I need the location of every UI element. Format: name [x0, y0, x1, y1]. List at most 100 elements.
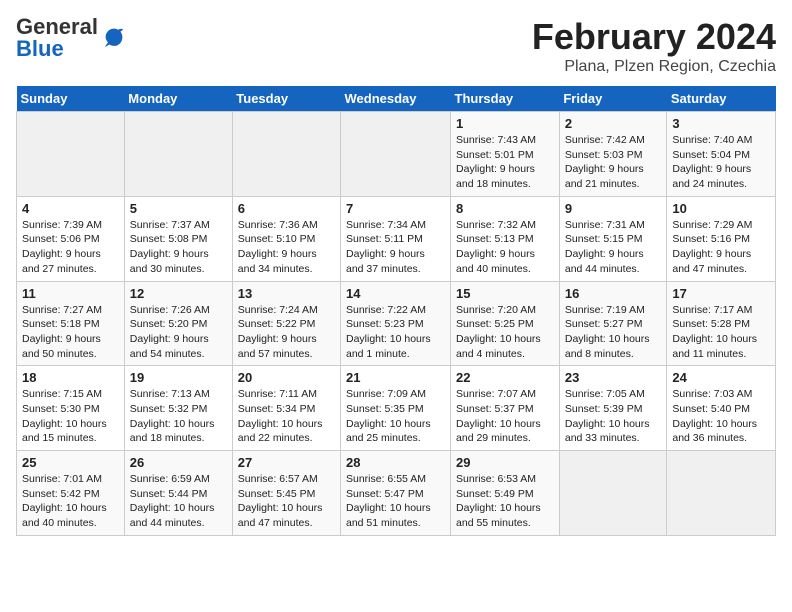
calendar-title: February 2024	[532, 16, 776, 58]
calendar-cell: 27 Sunrise: 6:57 AMSunset: 5:45 PMDayligh…	[232, 451, 340, 536]
calendar-header: SundayMondayTuesdayWednesdayThursdayFrid…	[17, 86, 776, 112]
calendar-body: 1Sunrise: 7:43 AMSunset: 5:01 PMDaylight…	[17, 112, 776, 536]
calendar-week-2: 4 Sunrise: 7:39 AMSunset: 5:06 PMDaylight…	[17, 196, 776, 281]
calendar-cell: 28Sunrise: 6:55 AMSunset: 5:47 PMDayligh…	[341, 451, 451, 536]
weekday-header-wednesday: Wednesday	[341, 86, 451, 112]
day-number: 12	[130, 286, 227, 301]
day-number: 24	[672, 370, 770, 385]
day-number: 6	[238, 201, 335, 216]
calendar-cell: 1Sunrise: 7:43 AMSunset: 5:01 PMDaylight…	[451, 112, 560, 197]
calendar-cell: 12 Sunrise: 7:26 AMSunset: 5:20 PMDayligh…	[124, 281, 232, 366]
weekday-header-monday: Monday	[124, 86, 232, 112]
calendar-cell: 17 Sunrise: 7:17 AMSunset: 5:28 PMDayligh…	[667, 281, 776, 366]
day-info: Sunrise: 6:59 AMSunset: 5:44 PMDaylight:…	[130, 472, 227, 531]
day-info: Sunrise: 6:57 AMSunset: 5:45 PMDaylight:…	[238, 472, 335, 531]
day-info: Sunrise: 7:43 AMSunset: 5:01 PMDaylight:…	[456, 133, 554, 192]
day-info: Sunrise: 7:31 AMSunset: 5:15 PMDaylight:…	[565, 218, 662, 277]
weekday-header-sunday: Sunday	[17, 86, 125, 112]
day-number: 16	[565, 286, 662, 301]
day-info: Sunrise: 7:17 AMSunset: 5:28 PMDaylight:…	[672, 303, 770, 362]
calendar-cell: 23 Sunrise: 7:05 AMSunset: 5:39 PMDayligh…	[559, 366, 667, 451]
day-number: 7	[346, 201, 445, 216]
weekday-header-thursday: Thursday	[451, 86, 560, 112]
calendar-cell: 11 Sunrise: 7:27 AMSunset: 5:18 PMDayligh…	[17, 281, 125, 366]
title-block: February 2024 Plana, Plzen Region, Czech…	[532, 16, 776, 76]
day-number: 4	[22, 201, 119, 216]
calendar-cell: 24 Sunrise: 7:03 AMSunset: 5:40 PMDayligh…	[667, 366, 776, 451]
calendar-cell: 14 Sunrise: 7:22 AMSunset: 5:23 PMDayligh…	[341, 281, 451, 366]
day-info: Sunrise: 6:53 AMSunset: 5:49 PMDaylight:…	[456, 472, 554, 531]
day-number: 27	[238, 455, 335, 470]
day-info: Sunrise: 7:40 AMSunset: 5:04 PMDaylight:…	[672, 133, 770, 192]
day-info: Sunrise: 7:37 AMSunset: 5:08 PMDaylight:…	[130, 218, 227, 277]
day-info: Sunrise: 7:29 AMSunset: 5:16 PMDaylight:…	[672, 218, 770, 277]
day-number: 2	[565, 116, 662, 131]
calendar-subtitle: Plana, Plzen Region, Czechia	[532, 58, 776, 76]
logo-bird-icon	[100, 24, 128, 52]
calendar-cell: 18 Sunrise: 7:15 AMSunset: 5:30 PMDayligh…	[17, 366, 125, 451]
day-info: Sunrise: 7:15 AMSunset: 5:30 PMDaylight:…	[22, 387, 119, 446]
day-number: 23	[565, 370, 662, 385]
day-number: 3	[672, 116, 770, 131]
weekday-header-saturday: Saturday	[667, 86, 776, 112]
calendar-cell	[17, 112, 125, 197]
calendar-cell: 3 Sunrise: 7:40 AMSunset: 5:04 PMDaylight…	[667, 112, 776, 197]
day-info: Sunrise: 7:09 AMSunset: 5:35 PMDaylight:…	[346, 387, 445, 446]
day-number: 29	[456, 455, 554, 470]
day-number: 26	[130, 455, 227, 470]
calendar-week-1: 1Sunrise: 7:43 AMSunset: 5:01 PMDaylight…	[17, 112, 776, 197]
day-number: 17	[672, 286, 770, 301]
day-info: Sunrise: 7:05 AMSunset: 5:39 PMDaylight:…	[565, 387, 662, 446]
day-info: Sunrise: 7:22 AMSunset: 5:23 PMDaylight:…	[346, 303, 445, 362]
day-info: Sunrise: 7:34 AMSunset: 5:11 PMDaylight:…	[346, 218, 445, 277]
calendar-week-3: 11 Sunrise: 7:27 AMSunset: 5:18 PMDayligh…	[17, 281, 776, 366]
day-info: Sunrise: 7:27 AMSunset: 5:18 PMDaylight:…	[22, 303, 119, 362]
logo: General Blue	[16, 16, 128, 60]
day-number: 20	[238, 370, 335, 385]
day-number: 15	[456, 286, 554, 301]
day-info: Sunrise: 7:13 AMSunset: 5:32 PMDaylight:…	[130, 387, 227, 446]
weekday-header-tuesday: Tuesday	[232, 86, 340, 112]
calendar-cell: 15 Sunrise: 7:20 AMSunset: 5:25 PMDayligh…	[451, 281, 560, 366]
calendar-cell	[232, 112, 340, 197]
day-info: Sunrise: 7:24 AMSunset: 5:22 PMDaylight:…	[238, 303, 335, 362]
calendar-cell: 6 Sunrise: 7:36 AMSunset: 5:10 PMDaylight…	[232, 196, 340, 281]
day-info: Sunrise: 7:26 AMSunset: 5:20 PMDaylight:…	[130, 303, 227, 362]
day-info: Sunrise: 7:11 AMSunset: 5:34 PMDaylight:…	[238, 387, 335, 446]
weekday-header-row: SundayMondayTuesdayWednesdayThursdayFrid…	[17, 86, 776, 112]
day-info: Sunrise: 7:19 AMSunset: 5:27 PMDaylight:…	[565, 303, 662, 362]
day-info: Sunrise: 7:39 AMSunset: 5:06 PMDaylight:…	[22, 218, 119, 277]
calendar-table: SundayMondayTuesdayWednesdayThursdayFrid…	[16, 86, 776, 536]
day-number: 22	[456, 370, 554, 385]
day-number: 8	[456, 201, 554, 216]
calendar-cell: 21 Sunrise: 7:09 AMSunset: 5:35 PMDayligh…	[341, 366, 451, 451]
day-info: Sunrise: 7:42 AMSunset: 5:03 PMDaylight:…	[565, 133, 662, 192]
calendar-cell: 8Sunrise: 7:32 AMSunset: 5:13 PMDaylight…	[451, 196, 560, 281]
calendar-cell	[667, 451, 776, 536]
calendar-cell: 7 Sunrise: 7:34 AMSunset: 5:11 PMDaylight…	[341, 196, 451, 281]
day-number: 21	[346, 370, 445, 385]
page-header: General Blue February 2024 Plana, Plzen …	[16, 16, 776, 76]
day-info: Sunrise: 7:03 AMSunset: 5:40 PMDaylight:…	[672, 387, 770, 446]
calendar-cell: 25Sunrise: 7:01 AMSunset: 5:42 PMDayligh…	[17, 451, 125, 536]
calendar-week-5: 25Sunrise: 7:01 AMSunset: 5:42 PMDayligh…	[17, 451, 776, 536]
calendar-cell: 26 Sunrise: 6:59 AMSunset: 5:44 PMDayligh…	[124, 451, 232, 536]
day-info: Sunrise: 7:36 AMSunset: 5:10 PMDaylight:…	[238, 218, 335, 277]
calendar-cell	[124, 112, 232, 197]
day-number: 11	[22, 286, 119, 301]
calendar-cell: 29 Sunrise: 6:53 AMSunset: 5:49 PMDayligh…	[451, 451, 560, 536]
day-number: 9	[565, 201, 662, 216]
day-info: Sunrise: 7:20 AMSunset: 5:25 PMDaylight:…	[456, 303, 554, 362]
calendar-cell	[341, 112, 451, 197]
calendar-cell: 20 Sunrise: 7:11 AMSunset: 5:34 PMDayligh…	[232, 366, 340, 451]
day-info: Sunrise: 7:01 AMSunset: 5:42 PMDaylight:…	[22, 472, 119, 531]
calendar-cell: 5 Sunrise: 7:37 AMSunset: 5:08 PMDaylight…	[124, 196, 232, 281]
day-number: 14	[346, 286, 445, 301]
day-number: 5	[130, 201, 227, 216]
calendar-cell: 4 Sunrise: 7:39 AMSunset: 5:06 PMDaylight…	[17, 196, 125, 281]
calendar-cell: 2 Sunrise: 7:42 AMSunset: 5:03 PMDaylight…	[559, 112, 667, 197]
weekday-header-friday: Friday	[559, 86, 667, 112]
day-number: 18	[22, 370, 119, 385]
calendar-week-4: 18 Sunrise: 7:15 AMSunset: 5:30 PMDayligh…	[17, 366, 776, 451]
calendar-cell: 9 Sunrise: 7:31 AMSunset: 5:15 PMDaylight…	[559, 196, 667, 281]
